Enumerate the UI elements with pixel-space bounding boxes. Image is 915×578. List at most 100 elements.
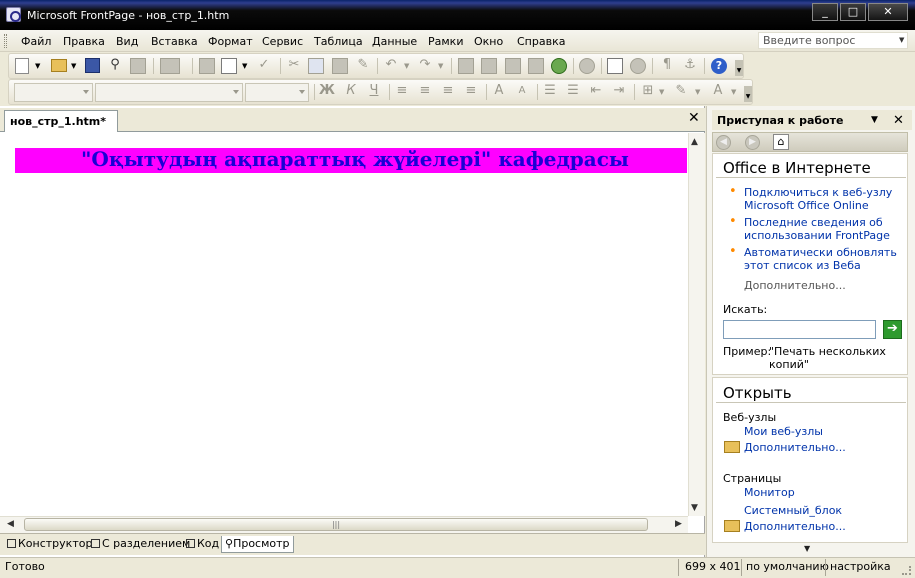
borders-dropdown-icon[interactable]: ▼ (659, 88, 664, 96)
frontpage-app-icon[interactable] (6, 7, 21, 22)
underline-button[interactable]: Ч (366, 82, 382, 100)
decrease-indent-icon[interactable]: ⇤ (588, 82, 604, 100)
search-go-icon[interactable]: ➔ (883, 320, 902, 339)
help-icon[interactable]: ? (711, 58, 727, 74)
menu-window[interactable]: Окно (474, 35, 503, 48)
anchor-icon[interactable]: ⚓ (682, 56, 698, 74)
new-page-icon[interactable] (15, 58, 29, 74)
horizontal-scroll-thumb[interactable]: ||| (24, 518, 648, 531)
close-document-icon[interactable]: ✕ (688, 111, 700, 125)
web-component-icon[interactable] (160, 58, 180, 74)
decrease-font-icon[interactable]: A (514, 82, 530, 100)
open-dropdown-icon[interactable]: ▼ (71, 62, 76, 70)
align-right-icon[interactable]: ≡ (440, 82, 456, 100)
publish-icon[interactable] (130, 58, 146, 74)
highlight-icon[interactable]: ✎ (673, 82, 689, 100)
home-icon[interactable]: ⌂ (773, 134, 789, 150)
maximize-button[interactable]: □ (840, 3, 866, 21)
copy-icon[interactable] (308, 58, 324, 74)
scroll-up-icon[interactable]: ▲ (691, 137, 698, 147)
menu-frames[interactable]: Рамки (428, 35, 463, 48)
task-pane-scroll-down-icon[interactable]: ▼ (804, 544, 810, 553)
font-select[interactable] (95, 83, 243, 102)
tab-code[interactable]: Код (183, 536, 222, 553)
cut-icon[interactable]: ✂ (286, 56, 302, 74)
task-pane-menu-icon[interactable]: ▼ (871, 115, 878, 125)
layout-table-icon[interactable] (505, 58, 521, 74)
ask-dropdown-icon[interactable]: ▼ (899, 36, 904, 44)
menu-format[interactable]: Формат (208, 35, 253, 48)
search-input[interactable] (723, 320, 876, 339)
undo-icon[interactable]: ↶ (383, 56, 399, 74)
menu-edit[interactable]: Правка (63, 35, 105, 48)
menu-tools[interactable]: Сервис (262, 35, 303, 48)
new-dropdown-icon[interactable]: ▼ (35, 62, 40, 70)
show-all-icon[interactable]: ¶ (659, 56, 675, 74)
spelling-icon[interactable]: ✓ (256, 56, 272, 74)
scroll-down-icon[interactable]: ▼ (691, 503, 698, 513)
align-left-icon[interactable]: ≡ (394, 82, 410, 100)
toolbar-options-icon[interactable]: ▼ (744, 86, 752, 102)
link-auto-update[interactable]: Автоматически обновлять этот список из Ве… (744, 246, 897, 272)
style-select[interactable] (14, 83, 93, 102)
resize-grip-icon[interactable] (902, 566, 911, 575)
font-color-dropdown-icon[interactable]: ▼ (731, 88, 736, 96)
borders-icon[interactable]: ⊞ (640, 82, 656, 100)
menu-grip[interactable] (4, 34, 7, 48)
paste-icon[interactable] (332, 58, 348, 74)
menu-file[interactable]: Файл (21, 35, 51, 48)
justify-icon[interactable]: ≡ (463, 82, 479, 100)
font-size-select[interactable] (245, 83, 309, 102)
numbering-icon[interactable]: ☰ (542, 82, 558, 100)
align-center-icon[interactable]: ≡ (417, 82, 433, 100)
status-custom[interactable]: настройка (830, 560, 891, 573)
format-painter-icon[interactable]: ✎ (355, 56, 371, 74)
layer-icon[interactable] (458, 58, 474, 74)
menu-data[interactable]: Данные (372, 35, 417, 48)
menu-help[interactable]: Справка (517, 35, 565, 48)
link-latest-news[interactable]: Последние сведения об использовании Front… (744, 216, 890, 242)
scroll-left-icon[interactable]: ◀ (7, 519, 14, 529)
tab-preview[interactable]: ⚲Просмотр (221, 536, 294, 553)
tab-design[interactable]: Конструктор (4, 536, 95, 553)
link-more-websites[interactable]: Дополнительно... (744, 441, 846, 454)
minimize-button[interactable]: _ (812, 3, 838, 21)
highlight-dropdown-icon[interactable]: ▼ (695, 88, 700, 96)
bold-button[interactable]: Ж (319, 82, 335, 100)
research-icon[interactable] (579, 58, 595, 74)
redo-dropdown-icon[interactable]: ▼ (438, 62, 443, 70)
link-office-online[interactable]: Подключиться к веб-узлу Microsoft Office … (744, 186, 892, 212)
menu-insert[interactable]: Вставка (151, 35, 198, 48)
italic-button[interactable]: К (343, 82, 359, 100)
save-icon[interactable] (85, 58, 100, 73)
back-icon[interactable]: ◀ (716, 135, 731, 150)
task-pane-close-icon[interactable]: ✕ (893, 113, 904, 128)
refresh-icon[interactable] (607, 58, 623, 74)
document-tab[interactable]: нов_стр_1.htm* (4, 110, 118, 132)
insert-table-icon[interactable] (481, 58, 497, 74)
stop-icon[interactable] (630, 58, 646, 74)
menu-view[interactable]: Вид (116, 35, 138, 48)
page-editor[interactable] (0, 133, 688, 516)
tab-split[interactable]: С разделением (88, 536, 193, 553)
status-mode[interactable]: по умолчанию (746, 560, 829, 573)
status-page-size[interactable]: 699 x 401 (685, 560, 741, 573)
increase-font-icon[interactable]: A (491, 82, 507, 100)
toolbar-options-icon[interactable]: ▼ (735, 60, 743, 76)
open-folder-icon[interactable] (51, 59, 67, 72)
forward-icon[interactable]: ▶ (745, 135, 760, 150)
increase-indent-icon[interactable]: ⇥ (611, 82, 627, 100)
vertical-scrollbar[interactable] (688, 133, 705, 516)
hyperlink-globe-icon[interactable] (551, 58, 567, 74)
redo-icon[interactable]: ↷ (417, 56, 433, 74)
bullets-icon[interactable]: ☰ (565, 82, 581, 100)
link-more-pages[interactable]: Дополнительно... (744, 520, 846, 533)
close-window-button[interactable]: ✕ (868, 3, 908, 21)
link-my-websites[interactable]: Мои веб-узлы (744, 425, 823, 438)
font-color-icon[interactable]: A (710, 82, 726, 100)
scroll-right-icon[interactable]: ▶ (675, 519, 682, 529)
ask-question-input[interactable]: Введите вопрос (758, 32, 908, 49)
menu-table[interactable]: Таблица (314, 35, 363, 48)
undo-dropdown-icon[interactable]: ▼ (404, 62, 409, 70)
preview-dropdown-icon[interactable]: ▼ (242, 62, 247, 70)
